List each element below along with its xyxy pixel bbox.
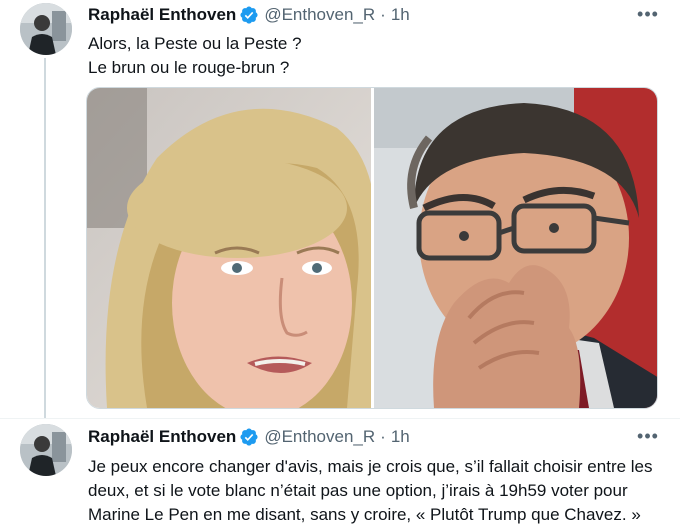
tweet-media[interactable] [86,87,658,409]
tweet-header: Raphaël Enthoven @Enthoven_R · 1h [88,426,410,448]
verified-badge-icon [239,427,259,447]
tweet-line: Alors, la Peste ou la Peste ? [88,34,302,53]
author-handle[interactable]: @Enthoven_R [264,5,375,25]
author-name[interactable]: Raphaël Enthoven [88,5,236,25]
separator: · [380,427,386,446]
tweet-body: Je peux encore changer d'avis, mais je c… [88,457,653,524]
author-name[interactable]: Raphaël Enthoven [88,427,236,447]
tweet-line: Le brun ou le rouge-brun ? [88,58,290,77]
tweet-text: Je peux encore changer d'avis, mais je c… [88,455,658,527]
separator: · [380,5,386,24]
tweet-text: Alors, la Peste ou la Peste ? Le brun ou… [88,32,302,80]
more-options-icon[interactable]: ••• [634,2,662,26]
photo-right-icon[interactable] [373,88,657,408]
timestamp[interactable]: 1h [391,5,410,25]
author-handle[interactable]: @Enthoven_R [264,427,375,447]
tweet-header: Raphaël Enthoven @Enthoven_R · 1h [88,4,410,26]
avatar[interactable] [20,3,72,55]
thread-line [44,58,46,418]
tweet-2[interactable]: Raphaël Enthoven @Enthoven_R · 1h ••• Je… [0,418,680,530]
avatar[interactable] [20,424,72,476]
verified-badge-icon [239,5,259,25]
tweet-1[interactable]: Raphaël Enthoven @Enthoven_R · 1h ••• Al… [0,0,680,419]
photo-left-icon[interactable] [87,88,371,408]
timestamp[interactable]: 1h [391,427,410,447]
more-options-icon[interactable]: ••• [634,424,662,448]
